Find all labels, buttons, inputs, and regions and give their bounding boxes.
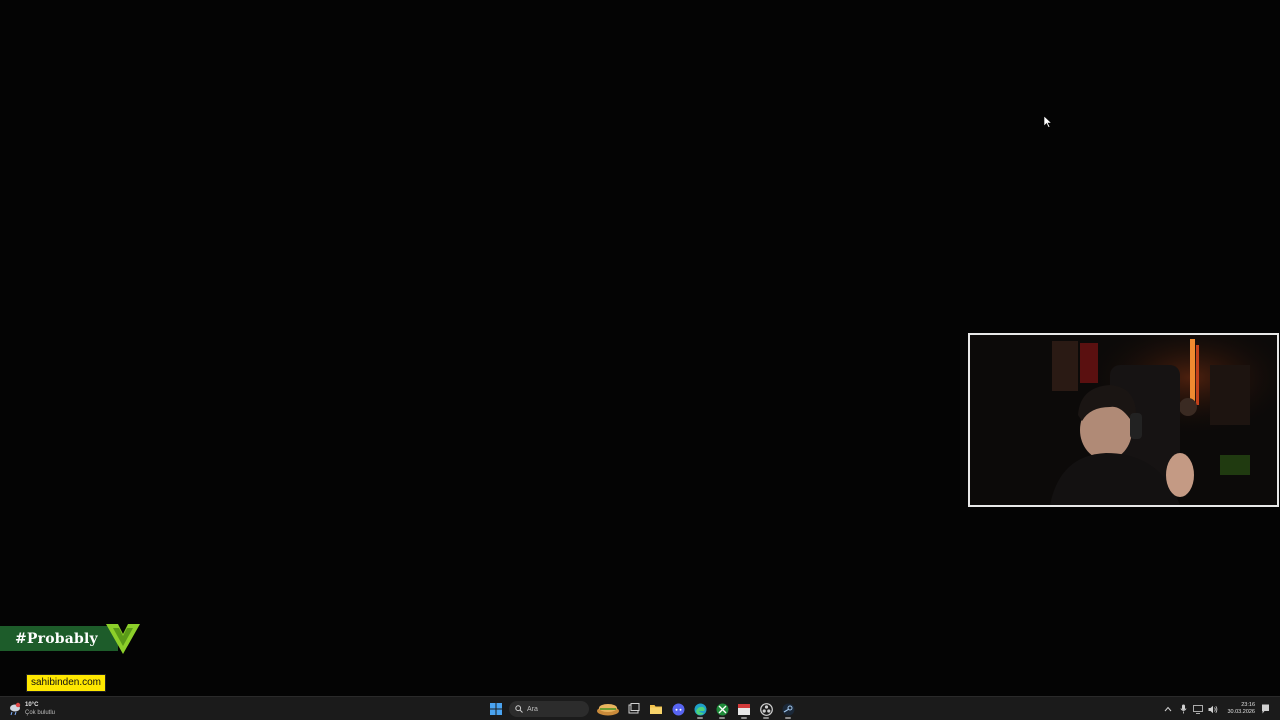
notification-center-button[interactable] bbox=[1260, 704, 1270, 714]
widgets-icon bbox=[597, 704, 619, 716]
clock-date: 30.03.2026 bbox=[1227, 709, 1255, 715]
taskbar: 10°C Çok bulutlu Ara 23:16 30.03.2026 bbox=[0, 696, 1280, 720]
microphone-icon bbox=[1180, 704, 1187, 714]
file-explorer-button[interactable] bbox=[647, 700, 665, 718]
microphone-tray-button[interactable] bbox=[1178, 704, 1188, 714]
obs-icon bbox=[759, 702, 773, 716]
sponsor-banner: #Probably bbox=[0, 626, 118, 651]
discord-button[interactable] bbox=[669, 700, 687, 718]
notification-icon bbox=[1261, 704, 1269, 714]
clock-time: 23:16 bbox=[1241, 702, 1255, 708]
task-view-icon bbox=[628, 703, 640, 714]
calendar-app-button[interactable] bbox=[735, 700, 753, 719]
webcam-feed-image bbox=[970, 335, 1277, 505]
weather-widget[interactable]: 10°C Çok bulutlu bbox=[8, 699, 55, 719]
weather-temperature: 10°C bbox=[25, 702, 39, 708]
mouse-cursor-icon bbox=[1044, 116, 1052, 128]
search-label: Ara bbox=[527, 705, 538, 713]
network-tray-button[interactable] bbox=[1193, 704, 1204, 714]
calendar-icon bbox=[738, 704, 750, 715]
clock[interactable]: 23:16 30.03.2026 bbox=[1227, 702, 1255, 716]
edge-icon bbox=[694, 703, 706, 715]
start-button[interactable] bbox=[487, 700, 505, 718]
search-box[interactable]: Ara bbox=[509, 701, 589, 717]
edge-button[interactable] bbox=[691, 700, 709, 719]
folder-icon bbox=[650, 705, 662, 714]
sponsor-site-label: sahibinden.com bbox=[26, 674, 106, 692]
xbox-icon bbox=[716, 703, 728, 715]
volume-icon bbox=[1208, 705, 1218, 713]
sponsor-logo-icon bbox=[106, 624, 140, 654]
chevron-up-icon bbox=[1165, 706, 1172, 712]
network-icon bbox=[1193, 704, 1204, 714]
task-view-button[interactable] bbox=[625, 700, 643, 718]
system-tray: 23:16 30.03.2026 bbox=[1163, 699, 1270, 719]
search-icon bbox=[515, 705, 523, 713]
obs-button[interactable] bbox=[757, 700, 775, 719]
widgets-button[interactable] bbox=[595, 700, 621, 718]
show-hidden-icons-button[interactable] bbox=[1163, 704, 1173, 714]
weather-condition: Çok bulutlu bbox=[25, 710, 56, 716]
xbox-button[interactable] bbox=[713, 700, 731, 719]
steam-icon bbox=[782, 703, 794, 715]
cloud-rain-icon bbox=[10, 702, 21, 716]
volume-tray-button[interactable] bbox=[1208, 704, 1218, 714]
windows-start-icon bbox=[490, 703, 502, 715]
webcam-overlay bbox=[968, 333, 1279, 507]
taskbar-apps: Ara bbox=[487, 699, 797, 719]
discord-icon bbox=[672, 703, 684, 715]
steam-button[interactable] bbox=[779, 700, 797, 719]
sponsor-tag-text: #Probably bbox=[15, 630, 98, 647]
